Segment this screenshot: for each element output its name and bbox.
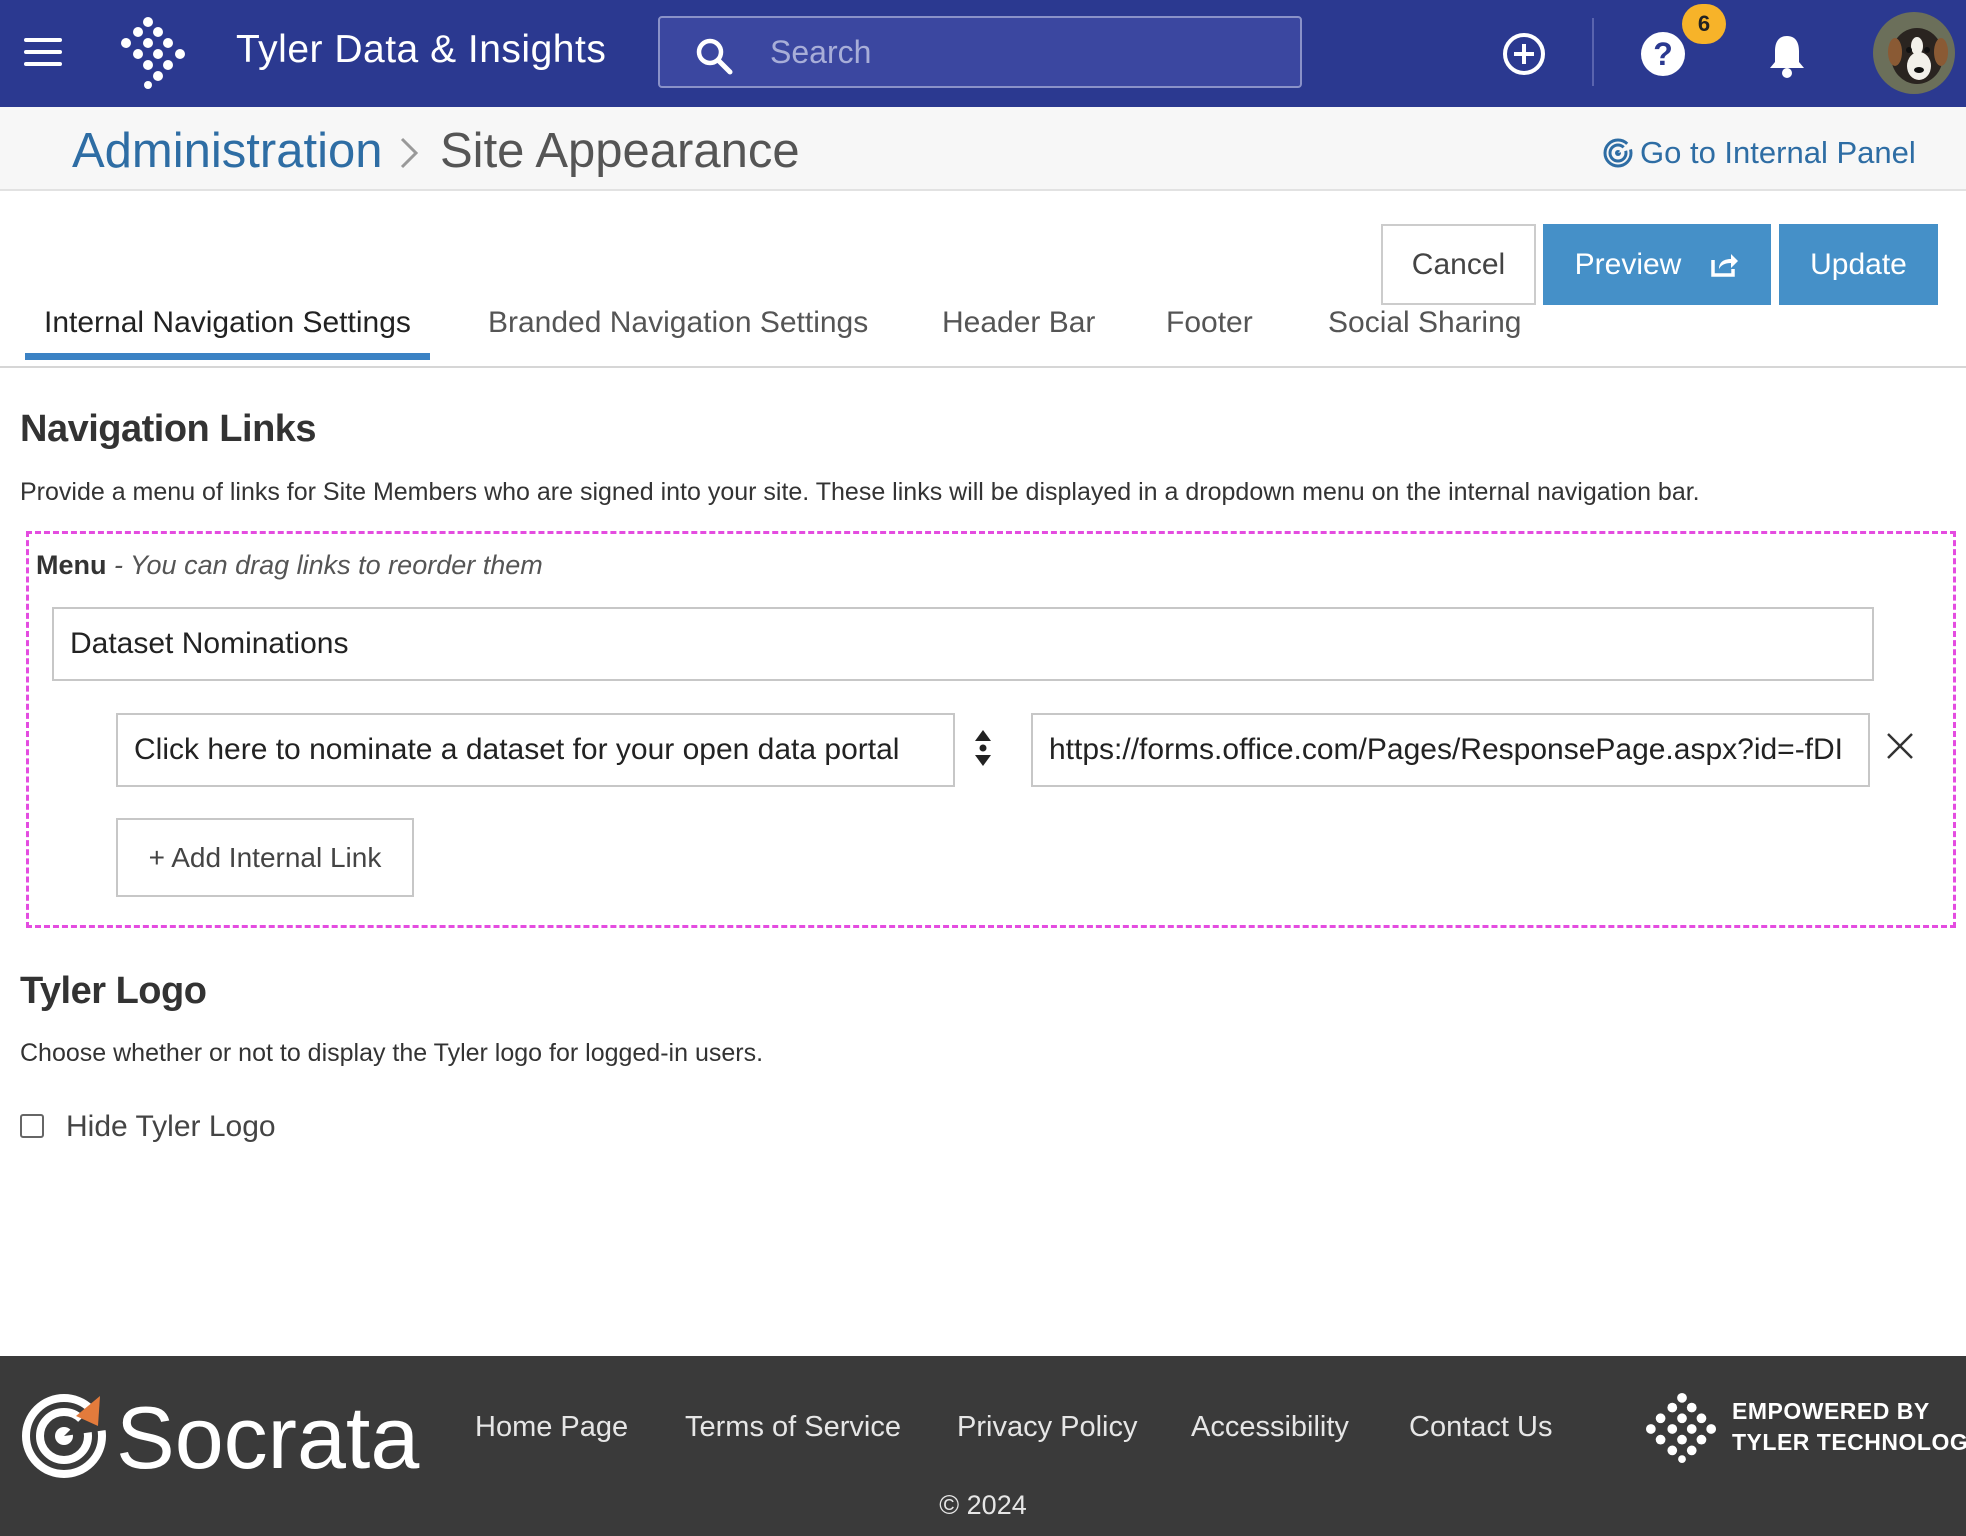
tyler-logo-heading: Tyler Logo (20, 970, 207, 1012)
footer-link-home-page[interactable]: Home Page (475, 1411, 628, 1444)
external-share-icon (1711, 253, 1739, 277)
socrata-swirl-icon (1603, 138, 1633, 168)
copyright-text: © 2024 (939, 1490, 1027, 1520)
tab-social-sharing[interactable]: Social Sharing (1328, 306, 1521, 340)
hamburger-menu-icon[interactable] (24, 38, 62, 66)
app-title[interactable]: Tyler Data & Insights (236, 28, 606, 72)
top-navigation-bar: Tyler Data & Insights ? 6 (0, 0, 1966, 107)
hide-tyler-logo-checkbox[interactable] (20, 1114, 44, 1138)
socrata-wordmark: Socrata (116, 1388, 419, 1486)
link-label-input[interactable] (116, 713, 955, 787)
empowered-text: EMPOWERED BY TYLER TECHNOLOGIES (1732, 1396, 1966, 1458)
preview-button[interactable]: Preview (1543, 224, 1771, 305)
search-input[interactable] (770, 30, 1270, 74)
empowered-by-tyler-badge[interactable]: EMPOWERED BY TYLER TECHNOLOGIES (1644, 1390, 1966, 1470)
tab-header-bar[interactable]: Header Bar (942, 306, 1095, 340)
close-icon[interactable] (1886, 732, 1914, 760)
navigation-links-heading: Navigation Links (20, 408, 317, 450)
preview-label: Preview (1574, 247, 1682, 281)
site-footer: Socrata Home Page Terms of Service Priva… (0, 1356, 1966, 1536)
search-icon (696, 38, 733, 75)
tyler-dots-icon (1646, 1392, 1717, 1464)
footer-link-privacy-policy[interactable]: Privacy Policy (957, 1411, 1138, 1444)
topbar-divider (1592, 18, 1594, 86)
page-title: Site Appearance (440, 124, 800, 178)
notification-bell-icon[interactable] (1767, 32, 1807, 78)
update-button[interactable]: Update (1779, 224, 1938, 305)
navigation-links-description: Provide a menu of links for Site Members… (20, 478, 1700, 506)
drag-handle-icon[interactable] (972, 728, 994, 768)
cancel-button[interactable]: Cancel (1381, 224, 1536, 305)
footer-link-terms-of-service[interactable]: Terms of Service (685, 1411, 901, 1444)
hide-tyler-logo-label[interactable]: Hide Tyler Logo (66, 1110, 276, 1144)
menu-label: Menu - You can drag links to reorder the… (36, 550, 543, 581)
tab-internal-navigation-settings[interactable]: Internal Navigation Settings (44, 306, 411, 340)
avatar-image (1873, 12, 1955, 94)
add-internal-link-button[interactable]: + Add Internal Link (116, 818, 414, 897)
internal-panel-label: Go to Internal Panel (1640, 135, 1916, 170)
svg-text:?: ? (1653, 36, 1673, 72)
breadcrumb-administration-link[interactable]: Administration (72, 123, 382, 179)
socrata-logo[interactable]: Socrata (20, 1386, 420, 1486)
active-tab-indicator (25, 353, 430, 360)
empowered-line-2: TYLER TECHNOLOGIES (1732, 1429, 1966, 1455)
link-url-input[interactable] (1031, 713, 1870, 787)
breadcrumb: Administration Site Appearance Go to Int… (0, 107, 1966, 191)
menu-name-input[interactable] (52, 607, 1874, 681)
create-plus-icon[interactable] (1502, 32, 1546, 76)
chevron-right-icon (400, 137, 419, 169)
help-icon[interactable]: ? (1640, 31, 1686, 77)
footer-link-contact-us[interactable]: Contact Us (1409, 1411, 1552, 1444)
go-to-internal-panel-link[interactable]: Go to Internal Panel (1602, 135, 1916, 171)
menu-label-title: Menu (36, 550, 107, 580)
user-avatar[interactable] (1873, 12, 1955, 94)
tab-branded-navigation-settings[interactable]: Branded Navigation Settings (488, 306, 868, 340)
search-box[interactable] (658, 16, 1302, 88)
empowered-line-1: EMPOWERED BY (1732, 1398, 1930, 1424)
tyler-logo-description: Choose whether or not to display the Tyl… (20, 1039, 764, 1067)
settings-tabs: Internal Navigation Settings Branded Nav… (0, 300, 1966, 368)
tyler-logo-icon[interactable] (118, 16, 194, 90)
menu-drag-hint: - You can drag links to reorder them (114, 550, 543, 580)
footer-link-accessibility[interactable]: Accessibility (1191, 1411, 1349, 1444)
notification-count-badge: 6 (1682, 4, 1726, 44)
tab-footer[interactable]: Footer (1166, 306, 1253, 340)
